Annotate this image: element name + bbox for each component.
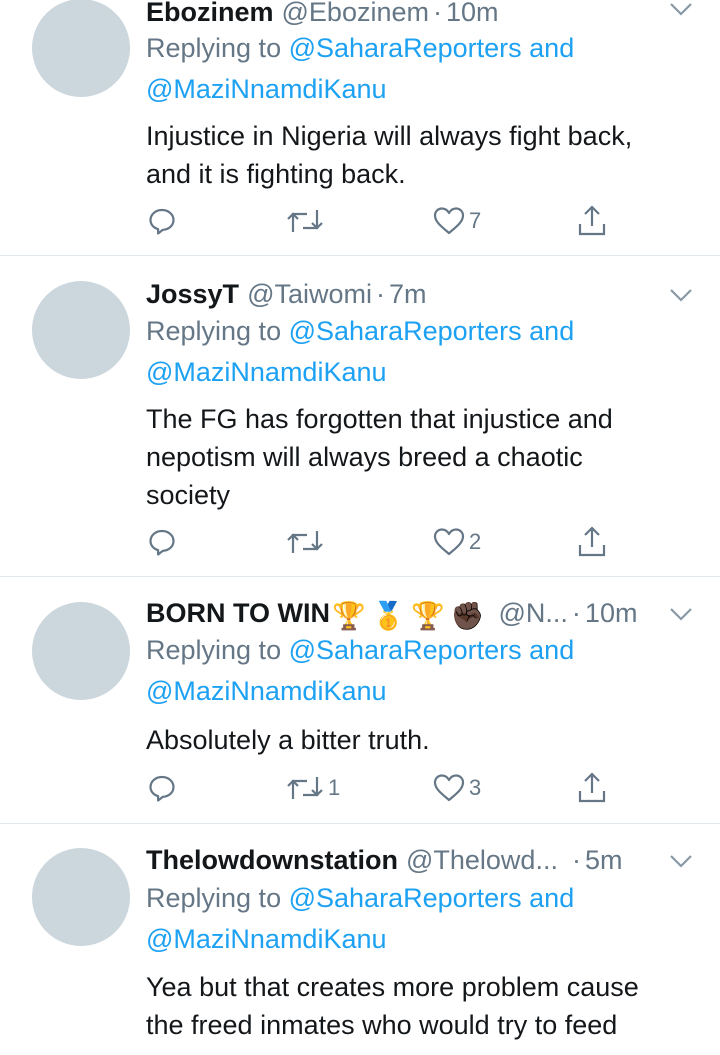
mention-link[interactable]: @MaziNnamdiKanu <box>146 357 387 387</box>
replying-to: Replying to @SaharaReporters and @MaziNn… <box>146 630 574 712</box>
chevron-down-icon[interactable] <box>668 282 694 308</box>
mention-link[interactable]: @SaharaReporters <box>289 33 522 63</box>
retweet-button[interactable] <box>285 201 328 241</box>
avatar[interactable] <box>32 0 130 97</box>
replying-prefix: Replying to <box>146 883 282 913</box>
chevron-down-icon[interactable] <box>668 848 694 874</box>
replying-to: Replying to @SaharaReporters and @MaziNn… <box>146 311 574 393</box>
reply-button[interactable] <box>146 768 178 808</box>
share-icon <box>578 526 606 557</box>
reply-icon <box>149 208 175 235</box>
tweet-header: Thelowdownstation @Thelowd... · 5m <box>146 840 676 880</box>
heart-icon <box>433 207 465 235</box>
tweet-text-line: and it is fighting back. <box>146 159 406 189</box>
like-count: 3 <box>469 775 482 800</box>
like-count: 7 <box>469 208 482 233</box>
tweet-text: Injustice in Nigeria will always fight b… <box>146 117 678 193</box>
chevron-down-icon[interactable] <box>668 601 694 627</box>
like-count: 2 <box>469 529 482 554</box>
retweet-button[interactable] <box>285 522 328 562</box>
tweet-text-line: Yea but that creates more problem cause <box>146 972 639 1002</box>
share-button[interactable] <box>576 522 608 562</box>
tweet-text-line: nepotism will always breed a chaotic <box>146 442 583 472</box>
avatar[interactable] <box>32 848 130 946</box>
tweet-text-line: Absolutely a bitter truth. <box>146 725 430 755</box>
timestamp[interactable]: 10m <box>585 598 638 628</box>
like-button[interactable]: 2 <box>432 522 481 562</box>
timestamp[interactable]: 10m <box>446 0 499 27</box>
share-icon <box>578 772 606 803</box>
share-button[interactable] <box>576 768 608 808</box>
author-handle[interactable]: @Ebozinem <box>282 0 429 27</box>
like-button[interactable]: 3 <box>432 768 481 808</box>
tweet-text: The FG has forgotten that injustice and … <box>146 400 678 514</box>
author-handle[interactable]: @Taiwomi <box>247 279 372 309</box>
avatar[interactable] <box>32 281 130 379</box>
author-handle[interactable]: @Thelowd... <box>406 845 558 875</box>
reply-button[interactable] <box>146 201 178 241</box>
replying-prefix: Replying to <box>146 33 282 63</box>
replying-to: Replying to @SaharaReporters and @MaziNn… <box>146 28 574 110</box>
tweet-header: JossyT @Taiwomi · 7m <box>146 274 676 314</box>
tweet-text: Yea but that creates more problem cause … <box>146 968 678 1044</box>
separator-dot: · <box>571 598 581 628</box>
retweet-icon <box>287 777 323 799</box>
avatar[interactable] <box>32 602 130 700</box>
tweet-text-line: society <box>146 480 231 510</box>
mention-link[interactable]: @SaharaReporters <box>289 883 522 913</box>
reply-button[interactable] <box>146 522 178 562</box>
replying-and[interactable]: and <box>529 883 574 913</box>
tweet-actions: 1 3 <box>0 768 720 808</box>
retweet-icon <box>287 531 323 553</box>
like-button[interactable]: 7 <box>432 201 481 241</box>
retweet-icon <box>287 210 323 232</box>
reply-icon <box>149 529 175 556</box>
tweet-actions: 2 <box>0 522 720 562</box>
author-name[interactable]: BORN TO WIN <box>146 598 330 628</box>
tweet[interactable]: JossyT @Taiwomi · 7m Replying to @SaharaRep… <box>0 256 720 577</box>
mention-link[interactable]: @MaziNnamdiKanu <box>146 74 387 104</box>
retweet-button[interactable]: 1 <box>285 768 340 808</box>
reply-icon <box>149 775 175 802</box>
tweet[interactable]: Thelowdownstation @Thelowd... · 5m Replying… <box>0 824 720 1055</box>
replying-prefix: Replying to <box>146 316 282 346</box>
replying-to: Replying to @SaharaReporters and @MaziNn… <box>146 878 574 960</box>
tweet-text: Absolutely a bitter truth. <box>146 721 678 759</box>
timestamp[interactable]: 5m <box>585 845 623 875</box>
mention-link[interactable]: @MaziNnamdiKanu <box>146 676 387 706</box>
separator-dot: · <box>571 845 581 875</box>
tweet-feed: Ebozinem @Ebozinem · 10m Replying to @Sahar… <box>0 0 720 1055</box>
mention-link[interactable]: @SaharaReporters <box>289 316 522 346</box>
chevron-down-icon[interactable] <box>668 0 694 22</box>
replying-and[interactable]: and <box>529 635 574 665</box>
replying-and[interactable]: and <box>529 33 574 63</box>
timestamp[interactable]: 7m <box>389 279 427 309</box>
author-name[interactable]: JossyT <box>146 279 239 309</box>
retweet-count: 1 <box>328 775 341 800</box>
tweet[interactable]: BORN TO WIN🏆 🥇 🏆 ✊🏿 @N... · 10m Replying to @S… <box>0 577 720 824</box>
replying-and[interactable]: and <box>529 316 574 346</box>
heart-icon <box>433 528 465 556</box>
tweet-text-line: the freed inmates who would try to feed <box>146 1010 618 1040</box>
tweet-text-line: Injustice in Nigeria will always fight b… <box>146 121 633 151</box>
heart-icon <box>433 774 465 802</box>
share-button[interactable] <box>576 201 608 241</box>
tweet-actions: 7 <box>0 201 720 241</box>
mention-link[interactable]: @MaziNnamdiKanu <box>146 924 387 954</box>
replying-prefix: Replying to <box>146 635 282 665</box>
tweet-text-line: The FG has forgotten that injustice and <box>146 404 613 434</box>
author-name[interactable]: Thelowdownstation <box>146 845 398 875</box>
tweet-header: BORN TO WIN🏆 🥇 🏆 ✊🏿 @N... · 10m <box>146 593 676 633</box>
separator-dot: · <box>433 0 442 27</box>
separator-dot: · <box>376 279 385 309</box>
tweet[interactable]: Ebozinem @Ebozinem · 10m Replying to @Sahar… <box>0 0 720 256</box>
mention-link[interactable]: @SaharaReporters <box>289 635 522 665</box>
author-handle[interactable]: @N... <box>499 598 568 628</box>
share-icon <box>578 205 606 236</box>
author-name[interactable]: Ebozinem <box>146 0 274 27</box>
